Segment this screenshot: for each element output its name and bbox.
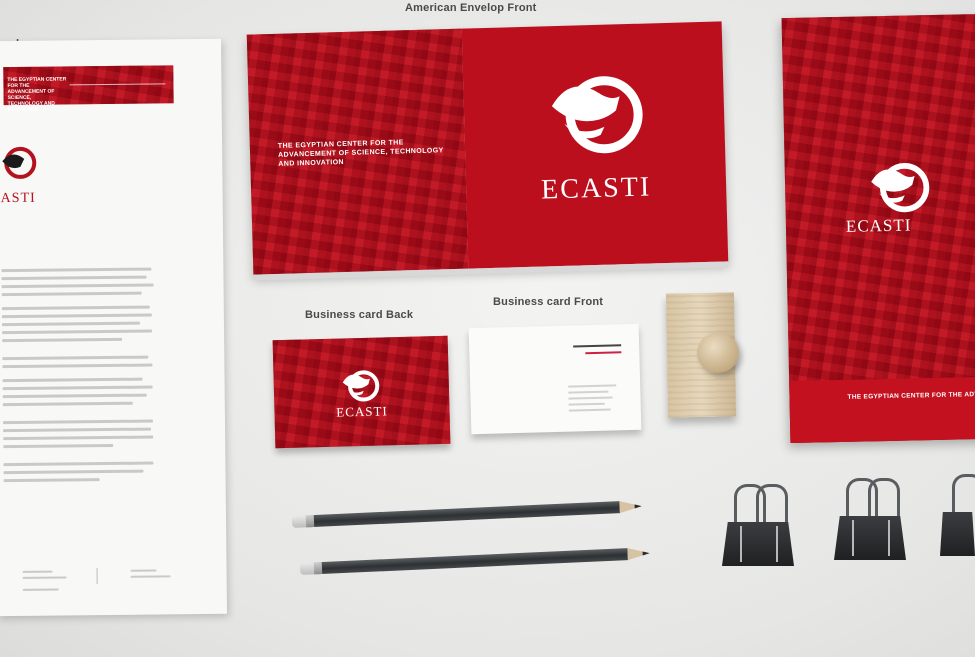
letterhead-body-text	[0, 39, 221, 483]
card-front-label: Business card Front	[493, 296, 604, 308]
binder-clip-icon	[722, 482, 794, 572]
card-back-wordmark: ECASTI	[336, 403, 388, 420]
presentation-folder: ECASTI THE EGYPTIAN CENTER FOR THE ADVAN…	[781, 13, 975, 444]
business-card-front	[468, 323, 642, 435]
letterhead-footer	[0, 39, 221, 591]
folder-bottom-band: THE EGYPTIAN CENTER FOR THE ADVANCEMENT …	[789, 376, 975, 444]
binder-clip-icon	[834, 476, 906, 566]
folder-wordmark: ECASTI	[845, 215, 912, 236]
folder-tagline: THE EGYPTIAN CENTER FOR THE ADVANCEMENT …	[847, 387, 975, 401]
envelope-logo-panel: ECASTI	[461, 21, 729, 269]
card-front-contact-lines	[469, 324, 639, 412]
bird-circle-logo-icon	[551, 76, 643, 154]
stationery-mockup-scene: ad THE EGYPTIAN CENTER FOR THE ADVANCEME…	[0, 0, 975, 657]
pencil-1	[291, 499, 662, 528]
wooden-stamp	[665, 292, 740, 418]
card-front-role-line	[585, 351, 622, 355]
envelope-label: American Envelop Front	[405, 2, 537, 14]
letterhead-logo-wordmark: ASTI	[0, 190, 36, 207]
bird-circle-logo-icon	[2, 146, 37, 179]
letterhead-header-tagline: THE EGYPTIAN CENTER FOR THE ADVANCEMENT …	[7, 76, 67, 114]
bird-circle-logo-icon	[871, 162, 930, 213]
envelope-textured-panel: THE EGYPTIAN CENTER FOR THE ADVANCEMENT …	[246, 28, 469, 275]
pencil-2	[299, 546, 670, 575]
binder-clip-icon	[940, 472, 975, 562]
card-back-label: Business card Back	[305, 309, 414, 321]
letterhead-paper: THE EGYPTIAN CENTER FOR THE ADVANCEMENT …	[0, 38, 228, 617]
business-card-back: ECASTI	[272, 335, 451, 449]
envelope-front: THE EGYPTIAN CENTER FOR THE ADVANCEMENT …	[246, 21, 729, 281]
envelope-tagline: THE EGYPTIAN CENTER FOR THE ADVANCEMENT …	[277, 139, 444, 168]
card-front-name-line	[573, 344, 622, 348]
bird-circle-logo-icon	[342, 370, 380, 402]
envelope-wordmark: ECASTI	[540, 171, 652, 206]
letterhead-header-band: THE EGYPTIAN CENTER FOR THE ADVANCEMENT …	[3, 65, 174, 113]
